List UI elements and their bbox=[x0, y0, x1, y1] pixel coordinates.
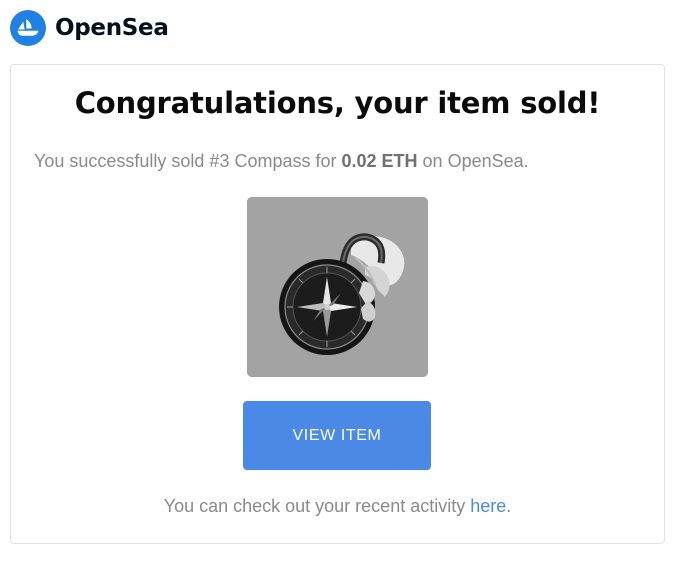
sale-message: You successfully sold #3 Compass for 0.0… bbox=[34, 151, 529, 172]
nft-item-image[interactable] bbox=[247, 197, 428, 377]
sale-title: Congratulations, your item sold! bbox=[74, 86, 601, 120]
footer-text: You can check out your recent activity bbox=[163, 496, 471, 516]
sale-message-suffix: on OpenSea. bbox=[417, 151, 529, 171]
opensea-logo-icon[interactable] bbox=[10, 10, 46, 46]
sale-price: 0.02 ETH bbox=[341, 151, 418, 171]
brand-name: OpenSea bbox=[55, 15, 169, 41]
email-header: OpenSea bbox=[10, 8, 169, 48]
activity-link[interactable]: here bbox=[470, 496, 506, 516]
footer-period: . bbox=[506, 496, 512, 516]
activity-footer: You can check out your recent activity h… bbox=[0, 496, 675, 517]
sale-message-text: You successfully sold #3 Compass for bbox=[34, 151, 342, 171]
view-item-button[interactable]: VIEW ITEM bbox=[243, 401, 431, 470]
compass-icon bbox=[247, 197, 428, 377]
